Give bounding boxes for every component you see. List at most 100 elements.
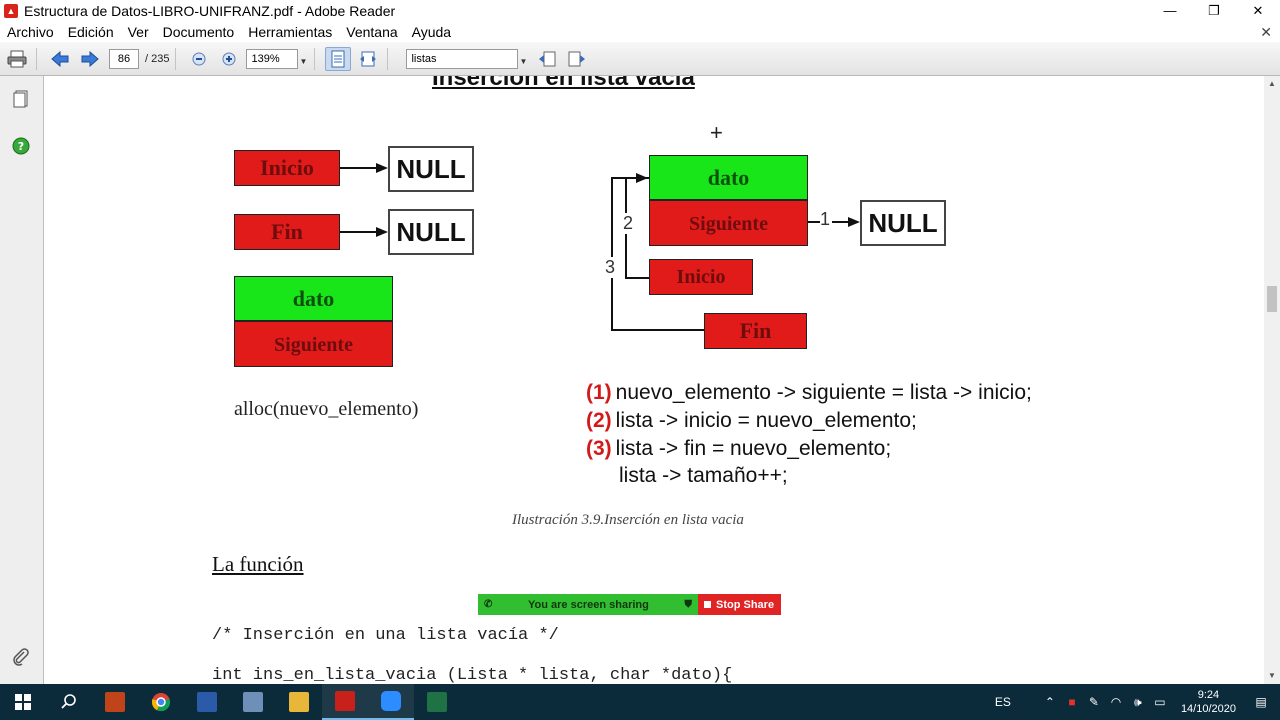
app-icon: [243, 692, 263, 712]
taskbar-excel[interactable]: [414, 684, 460, 720]
plus-mark: +: [710, 120, 723, 145]
pen-icon[interactable]: ✎: [1083, 695, 1105, 709]
page-number-input[interactable]: 86: [109, 48, 139, 69]
phone-icon: ✆: [484, 599, 493, 610]
stop-icon: [704, 601, 711, 608]
scroll-up-icon[interactable]: ▲: [1264, 76, 1280, 92]
chrome-icon: [151, 693, 171, 712]
find-next-button[interactable]: [564, 47, 590, 71]
diagram-inicio-box: Inicio: [234, 150, 340, 186]
taskbar-app-4[interactable]: [230, 684, 276, 720]
close-button[interactable]: ✕: [1236, 0, 1280, 22]
fit-page-button[interactable]: [325, 46, 352, 71]
code-line-text: lista -> fin = nuevo_elemento;: [615, 437, 892, 460]
code-line-number: (2): [586, 409, 612, 432]
figure-caption: Ilustración 3.9.Inserción en lista vacia: [512, 512, 744, 528]
document-close-button[interactable]: ✕: [1260, 22, 1272, 42]
help-icon: ?: [12, 137, 30, 155]
vertical-scrollbar[interactable]: ▲ ▼: [1264, 76, 1280, 684]
help-panel-button[interactable]: ?: [12, 137, 30, 155]
wifi-icon[interactable]: ◠: [1105, 695, 1127, 709]
chevron-up-icon[interactable]: ⌃: [1039, 695, 1061, 709]
paperclip-icon: [13, 648, 29, 666]
screen-sharing-text: You are screen sharing: [528, 598, 649, 611]
menu-archivo[interactable]: Archivo: [0, 22, 61, 42]
code-line-text: nuevo_elemento -> siguiente = lista -> i…: [615, 381, 1032, 404]
previous-page-button[interactable]: [47, 47, 73, 71]
printer-icon: [7, 50, 27, 67]
zoom-out-button[interactable]: [186, 47, 212, 71]
taskbar-file-explorer[interactable]: [276, 684, 322, 720]
zoom-in-button[interactable]: [216, 47, 242, 71]
screen-sharing-indicator: ✆ You are screen sharing ⛊: [478, 594, 698, 615]
diagram-fin-box: Fin: [704, 313, 807, 349]
toolbar-separator: [175, 47, 177, 70]
start-button[interactable]: [0, 684, 46, 720]
clock[interactable]: 9:24 14/10/2020: [1181, 688, 1236, 716]
diagram-fin-box: Fin: [234, 214, 340, 250]
code-line-1: (1) nuevo_elemento -> siguiente = lista -…: [586, 381, 1032, 405]
code-comment: /* Inserción en una lista vacía */: [212, 626, 559, 645]
menu-herramientas[interactable]: Herramientas: [241, 22, 339, 42]
windows-icon: [15, 694, 31, 710]
find-previous-icon: [539, 51, 556, 66]
volume-icon[interactable]: 🕪: [1127, 695, 1149, 710]
search-button[interactable]: [46, 684, 92, 720]
code-line-text: lista -> inicio = nuevo_elemento;: [615, 409, 917, 432]
title-bar: ▲ Estructura de Datos-LIBRO-UNIFRANZ.pdf…: [0, 0, 1280, 22]
menu-bar: Archivo Edición Ver Documento Herramient…: [0, 22, 1280, 42]
find-previous-button[interactable]: [534, 47, 560, 71]
arrow-left-icon: [51, 50, 69, 67]
code-line-2: (2) lista -> inicio = nuevo_elemento;: [586, 409, 917, 433]
clock-time: 9:24: [1197, 689, 1220, 701]
taskbar-adobe-reader[interactable]: [322, 684, 368, 720]
search-input-value: listas: [411, 52, 437, 65]
scroll-down-icon[interactable]: ▼: [1264, 668, 1280, 684]
page-total: / 235: [145, 52, 170, 65]
search-input[interactable]: listas ▼: [406, 48, 527, 69]
menu-ventana[interactable]: Ventana: [339, 22, 404, 42]
code-line-text: lista -> tamaño++;: [619, 464, 788, 487]
attachments-panel-button[interactable]: [12, 648, 30, 666]
menu-documento[interactable]: Documento: [156, 22, 242, 42]
minimize-button[interactable]: —: [1148, 0, 1192, 22]
app-window: ▲ Estructura de Datos-LIBRO-UNIFRANZ.pdf…: [0, 0, 1280, 720]
word-icon: [197, 692, 217, 712]
taskbar-word[interactable]: [184, 684, 230, 720]
taskbar-chrome[interactable]: [138, 684, 184, 720]
taskbar-zoom[interactable]: [368, 684, 414, 720]
toolbar-separator: [314, 47, 316, 70]
menu-edicion[interactable]: Edición: [61, 22, 121, 42]
menu-ver[interactable]: Ver: [121, 22, 156, 42]
toolbar-separator: [387, 47, 389, 70]
taskbar-app-1[interactable]: [92, 684, 138, 720]
tray-app-icon[interactable]: ■: [1061, 695, 1083, 709]
adobe-reader-icon: [335, 691, 355, 711]
print-button[interactable]: [4, 47, 30, 71]
arrow-right-icon: [81, 50, 99, 67]
step-number-1: 1: [820, 209, 831, 229]
restore-button[interactable]: ❐: [1192, 0, 1236, 22]
fit-width-button[interactable]: [355, 47, 381, 71]
pages-icon: [13, 90, 28, 108]
system-tray: ES ⌃ ■ ✎ ◠ 🕪 ▭ 9:24 14/10/2020 ▤: [995, 684, 1280, 720]
adobe-reader-icon: ▲: [4, 4, 18, 18]
find-next-icon: [568, 51, 586, 66]
next-page-button[interactable]: [77, 47, 103, 71]
pages-panel-button[interactable]: [12, 90, 30, 108]
stop-share-button[interactable]: Stop Share: [698, 594, 781, 615]
notifications-icon[interactable]: ▤: [1250, 695, 1272, 709]
battery-icon[interactable]: ▭: [1149, 695, 1171, 709]
diagram-siguiente-box: Siguiente: [234, 321, 393, 367]
toolbar-separator: [36, 47, 37, 70]
zoom-out-icon: [192, 52, 206, 65]
shield-icon: ⛊: [684, 599, 693, 610]
search-icon: [61, 694, 76, 709]
menu-ayuda[interactable]: Ayuda: [405, 22, 458, 42]
scrollbar-thumb[interactable]: [1267, 286, 1277, 312]
zoom-level-select[interactable]: 139% ▼: [246, 48, 307, 69]
step-number-3: 3: [604, 257, 617, 278]
document-view[interactable]: Inserción en lista vacía Inicio NULL Fin…: [44, 76, 1264, 684]
language-indicator[interactable]: ES: [995, 695, 1011, 709]
diagram-null-box: NULL: [860, 200, 946, 246]
